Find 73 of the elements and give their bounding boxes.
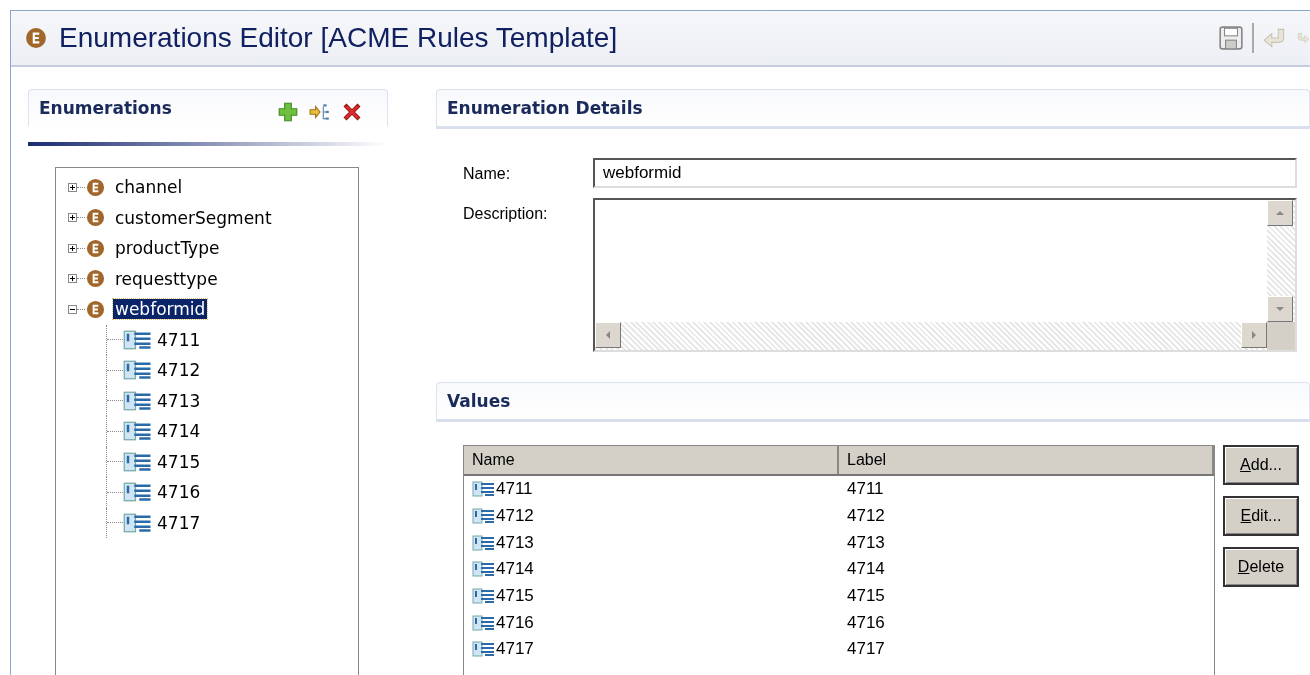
table-cell: 4715 <box>847 586 885 607</box>
value-icon <box>123 390 153 411</box>
add-icon[interactable] <box>277 101 299 123</box>
editor-title: Enumerations Editor [ACME Rules Template] <box>59 22 618 54</box>
table-cell: 4713 <box>496 532 534 553</box>
column-header[interactable]: Name <box>464 446 839 474</box>
tree-item[interactable]: 4715 <box>157 451 201 472</box>
value-icon <box>472 508 496 525</box>
tree-item[interactable]: 4714 <box>157 421 201 442</box>
table-cell: 4714 <box>847 559 885 580</box>
field-label: Description: <box>463 204 549 224</box>
scrollbar-corner <box>1267 322 1295 350</box>
value-icon <box>123 421 153 442</box>
enumeration-icon <box>86 238 105 258</box>
column-header[interactable]: Label <box>839 446 1214 474</box>
value-icon <box>123 360 153 381</box>
value-icon <box>123 512 153 533</box>
section-title: Values <box>447 391 511 411</box>
enumeration-icon <box>86 177 105 197</box>
tree-item[interactable]: 4716 <box>157 482 201 503</box>
table-cell: 4716 <box>496 612 534 633</box>
scroll-down-icon[interactable] <box>1267 296 1293 322</box>
section-title: Enumeration Details <box>447 98 643 118</box>
enumeration-icon <box>86 269 105 289</box>
value-icon <box>123 482 153 503</box>
tree-item[interactable]: 4711 <box>157 329 201 350</box>
table-cell: 4713 <box>847 532 885 553</box>
add-button[interactable]: Add... <box>1223 445 1299 485</box>
expand-toggle-icon[interactable] <box>68 274 77 284</box>
description-field[interactable] <box>593 198 1297 352</box>
scroll-up-icon[interactable] <box>1267 200 1293 226</box>
table-cell: 4716 <box>847 612 885 633</box>
tree-item[interactable]: requesttype <box>113 268 220 289</box>
field-label: Name: <box>463 164 512 184</box>
delete-button[interactable]: Delete <box>1223 547 1299 587</box>
delete-icon[interactable] <box>341 101 363 123</box>
tree-item[interactable]: 4712 <box>157 360 201 381</box>
table-cell: 4717 <box>496 639 534 660</box>
enumeration-icon <box>86 208 105 228</box>
table-cell: 4712 <box>847 506 885 527</box>
scroll-right-icon[interactable] <box>1241 322 1267 348</box>
tree-item[interactable]: webformid <box>113 299 208 320</box>
value-icon <box>123 329 153 350</box>
tree-item[interactable]: 4717 <box>157 512 201 533</box>
tree-item[interactable]: 4713 <box>157 390 201 411</box>
enumeration-icon <box>25 27 47 49</box>
table-cell: 4711 <box>496 479 533 500</box>
table-cell: 4715 <box>496 586 534 607</box>
expand-toggle-icon[interactable] <box>68 182 77 192</box>
value-icon <box>472 481 496 498</box>
value-icon <box>472 641 496 658</box>
value-icon <box>472 614 496 631</box>
table-cell: 4712 <box>496 506 534 527</box>
table-cell: 4714 <box>496 559 534 580</box>
value-icon <box>472 534 496 551</box>
table-cell: 4717 <box>847 639 885 660</box>
value-icon <box>123 451 153 472</box>
expand-toggle-icon[interactable] <box>68 304 77 314</box>
name-field[interactable]: webformid <box>593 158 1297 188</box>
arrow-tree-icon[interactable] <box>309 101 331 123</box>
tree-item[interactable]: productType <box>113 238 222 259</box>
panel-title: Enumerations <box>39 98 172 118</box>
tree-item[interactable]: channel <box>113 177 185 198</box>
expand-toggle-icon[interactable] <box>68 213 77 223</box>
edit-button[interactable]: Edit... <box>1223 496 1299 536</box>
table-cell: 4711 <box>847 479 884 500</box>
tree-item[interactable]: customerSegment <box>113 207 274 228</box>
save-icon[interactable] <box>1218 25 1244 51</box>
scroll-left-icon[interactable] <box>595 322 621 348</box>
expand-toggle-icon[interactable] <box>68 243 77 253</box>
value-icon <box>472 561 496 578</box>
enumeration-icon <box>86 299 105 319</box>
value-icon <box>472 588 496 605</box>
